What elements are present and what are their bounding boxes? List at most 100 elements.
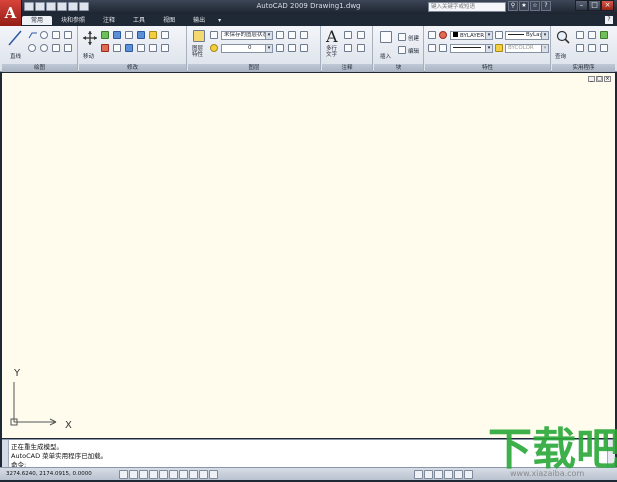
mirror-icon[interactable] <box>137 31 145 39</box>
explode-icon[interactable] <box>113 44 121 52</box>
chevron-down-icon[interactable]: ▾ <box>485 45 492 52</box>
purge-icon[interactable] <box>600 31 608 39</box>
layer-isolate-icon[interactable] <box>288 31 296 39</box>
region-icon[interactable] <box>64 44 72 52</box>
magnifier-icon[interactable] <box>556 30 570 44</box>
bulb-icon[interactable] <box>210 44 218 52</box>
copy-icon[interactable] <box>125 31 133 39</box>
linetype-icon[interactable] <box>495 31 503 39</box>
favorites-icon[interactable]: ☆ <box>530 1 540 11</box>
insert-block-icon[interactable] <box>380 31 392 43</box>
edit-label[interactable]: 编辑 <box>408 47 419 55</box>
restore-icon[interactable]: □ <box>596 76 603 82</box>
block-panel-title[interactable]: 块 <box>374 64 423 72</box>
polar-toggle-icon[interactable] <box>149 470 158 479</box>
circle-icon[interactable] <box>40 31 48 39</box>
select-all-icon[interactable] <box>588 31 596 39</box>
quick-select-icon[interactable] <box>576 31 584 39</box>
list-icon[interactable] <box>428 44 436 52</box>
single-line-text-icon[interactable] <box>344 31 352 39</box>
chevron-down-icon[interactable]: ▾ <box>541 32 548 39</box>
layer-properties-icon[interactable] <box>193 30 205 42</box>
command-window-grip[interactable] <box>2 440 9 468</box>
annotation-panel-title[interactable]: 注释 <box>322 64 372 72</box>
chevron-down-icon[interactable]: ▾ <box>265 32 272 39</box>
move-icon[interactable] <box>83 31 97 45</box>
layout-icon[interactable] <box>424 470 433 479</box>
minimize-icon[interactable]: – <box>575 0 588 11</box>
tab-view[interactable]: 视图 <box>154 16 184 25</box>
ellipse-icon[interactable] <box>40 44 48 52</box>
hatch-icon[interactable] <box>52 44 60 52</box>
id-point-icon[interactable] <box>576 44 584 52</box>
color-wheel-icon[interactable] <box>439 31 447 39</box>
model-space-icon[interactable] <box>414 470 423 479</box>
create-label[interactable]: 创建 <box>408 34 419 42</box>
lineweight-select[interactable]: ▾ <box>450 44 493 53</box>
drawing-canvas[interactable]: _ □ × Y X <box>2 73 615 438</box>
break-icon[interactable] <box>161 44 169 52</box>
draw-panel-title[interactable]: 绘图 <box>2 64 77 72</box>
chevron-down-icon[interactable]: ▾ <box>541 45 548 52</box>
close-icon[interactable]: × <box>604 76 611 82</box>
trim-icon[interactable] <box>113 31 121 39</box>
tab-output[interactable]: 输出 <box>184 16 214 25</box>
tab-annotate[interactable]: 注释 <box>94 16 124 25</box>
polyline-icon[interactable] <box>28 31 37 39</box>
rotate-icon[interactable] <box>101 31 109 39</box>
tab-home[interactable]: 常用 <box>22 16 53 25</box>
ortho-toggle-icon[interactable] <box>139 470 148 479</box>
dyn-toggle-icon[interactable] <box>189 470 198 479</box>
coordinates-readout[interactable]: 3274.6240, 2174.0915, 0.0000 <box>6 471 92 477</box>
maximize-icon[interactable]: □ <box>588 0 601 11</box>
layer-previous-icon[interactable] <box>276 31 284 39</box>
search-icon[interactable]: ⚲ <box>508 1 518 11</box>
otrack-toggle-icon[interactable] <box>169 470 178 479</box>
scale-icon[interactable] <box>137 44 145 52</box>
layer-freeze-icon[interactable] <box>288 44 296 52</box>
help-icon[interactable]: ? <box>541 1 551 11</box>
lineweight-icon[interactable] <box>439 44 447 52</box>
layer-lock-icon[interactable] <box>300 44 308 52</box>
chevron-down-icon[interactable]: ▾ <box>485 32 492 39</box>
leader-icon[interactable] <box>357 44 365 52</box>
osnap-toggle-icon[interactable] <box>159 470 168 479</box>
quick-properties-toggle-icon[interactable] <box>209 470 218 479</box>
modify-panel-title[interactable]: 修改 <box>79 64 186 72</box>
layer-match-icon[interactable] <box>300 31 308 39</box>
layers-panel-title[interactable]: 图层 <box>188 64 320 72</box>
communication-icon[interactable]: ★ <box>519 1 529 11</box>
linetype-select[interactable]: ByLay ▾ <box>505 31 549 40</box>
stretch-icon[interactable] <box>125 44 133 52</box>
line-icon[interactable] <box>8 30 22 46</box>
plotstyle-icon[interactable] <box>495 44 503 52</box>
color-select[interactable]: BYLAYER ▾ <box>450 31 493 40</box>
grid-toggle-icon[interactable] <box>129 470 138 479</box>
table-icon[interactable] <box>344 44 352 52</box>
mtext-icon[interactable]: A <box>326 27 338 46</box>
fillet-icon[interactable] <box>149 31 157 39</box>
steering-wheel-icon[interactable] <box>454 470 463 479</box>
rectangle-icon[interactable] <box>64 31 72 39</box>
showmotion-icon[interactable] <box>464 470 473 479</box>
tab-blocks[interactable]: 块和参照 <box>52 16 94 25</box>
minimize-icon[interactable]: _ <box>588 76 595 82</box>
create-block-icon[interactable] <box>398 33 406 41</box>
plotstyle-select[interactable]: BYCOLOR ▾ <box>505 44 549 53</box>
polygon-icon[interactable] <box>52 31 60 39</box>
properties-panel-title[interactable]: 特性 <box>425 64 550 72</box>
zoom-icon[interactable] <box>444 470 453 479</box>
application-menu-button[interactable]: A <box>0 0 22 28</box>
match-properties-icon[interactable] <box>428 31 436 39</box>
tab-tools[interactable]: 工具 <box>124 16 154 25</box>
dimension-icon[interactable] <box>357 31 365 39</box>
erase-icon[interactable] <box>101 44 109 52</box>
array-icon[interactable] <box>161 31 169 39</box>
utilities-panel-title[interactable]: 实用程序 <box>552 64 615 72</box>
pan-icon[interactable] <box>434 470 443 479</box>
help-button[interactable]: ? <box>605 16 613 24</box>
close-icon[interactable]: × <box>601 0 614 11</box>
chevron-down-icon[interactable]: ▾ <box>265 45 272 52</box>
layer-state-select[interactable]: 未保存的图层状态 ▾ <box>221 31 273 40</box>
edit-block-icon[interactable] <box>398 46 406 54</box>
